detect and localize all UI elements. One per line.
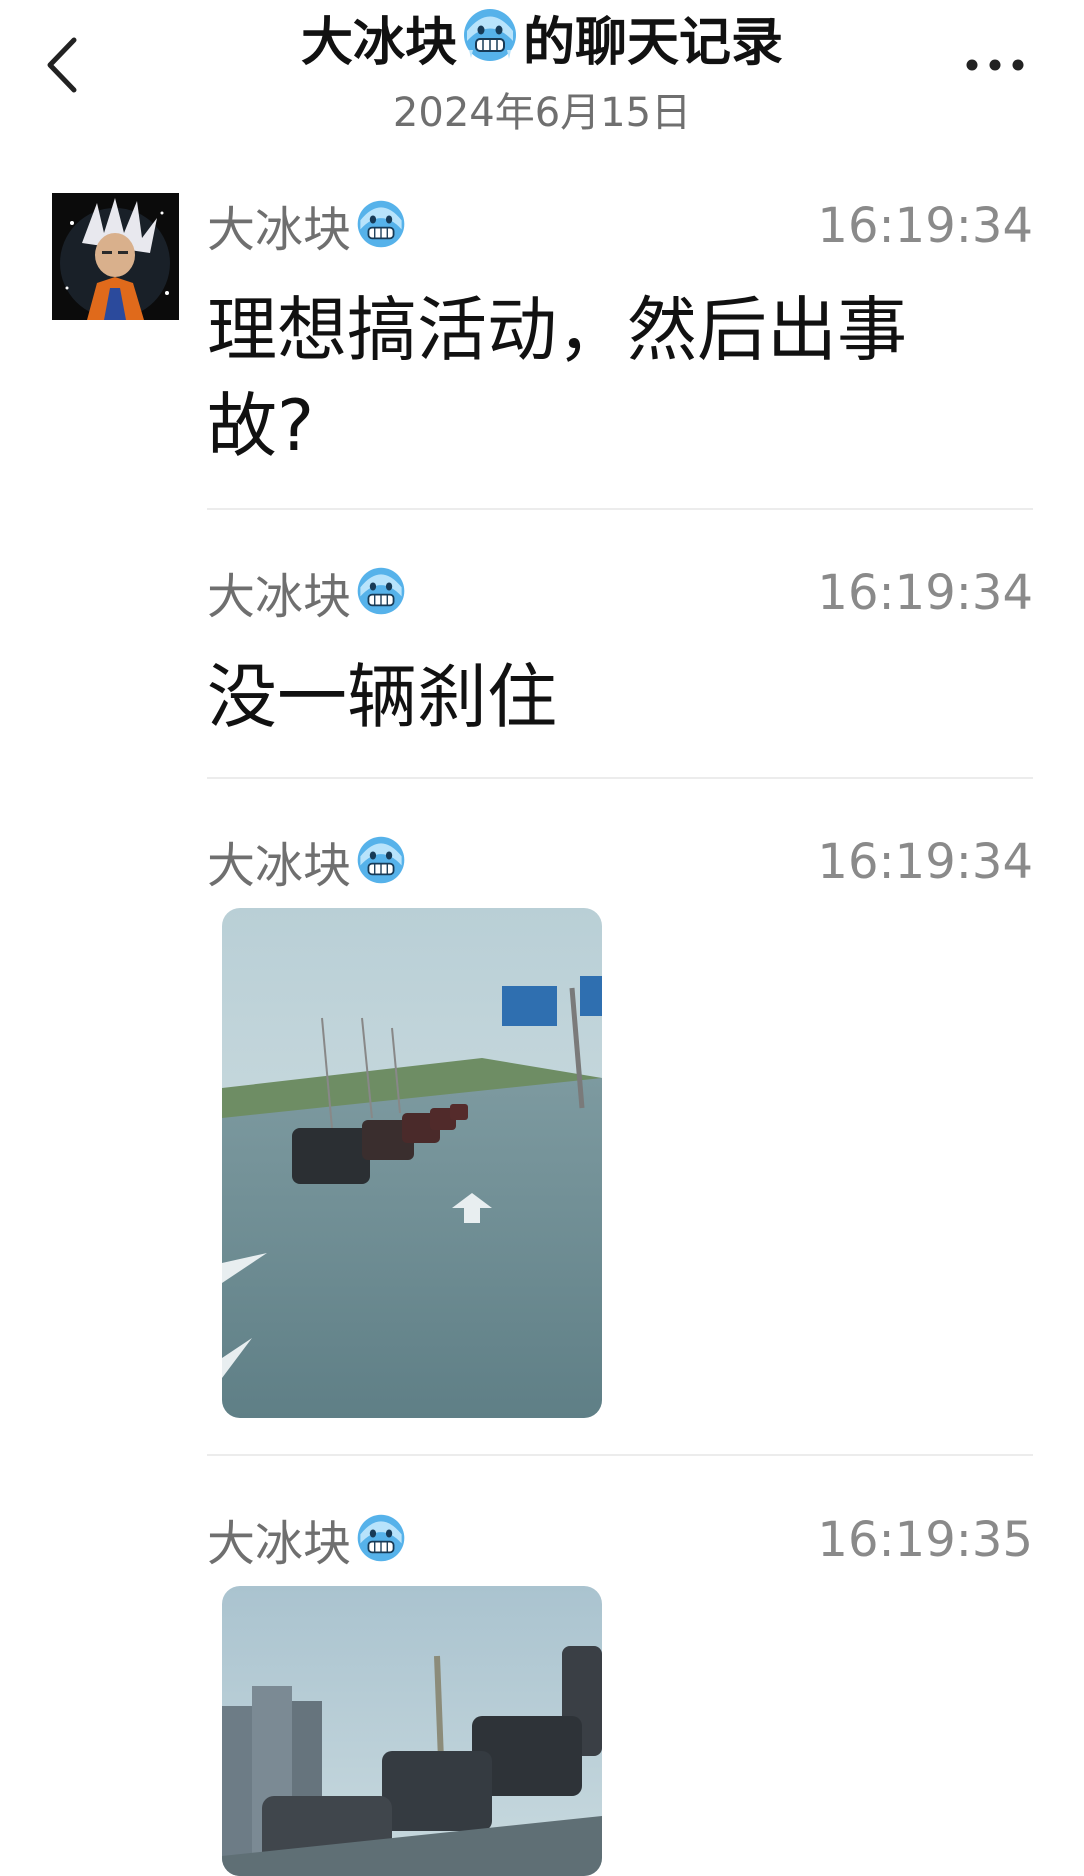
message-time: 16:19:34 — [817, 565, 1033, 621]
divider — [207, 777, 1033, 779]
sender-label: 大冰块 — [207, 569, 352, 625]
avatar[interactable] — [52, 193, 179, 320]
title-suffix: 的聊天记录 — [523, 12, 784, 73]
sender-label: 大冰块 — [207, 202, 352, 258]
freezing-face-emoji-icon — [355, 565, 407, 629]
image-thumbnail[interactable] — [222, 1586, 602, 1876]
message-time: 16:19:34 — [817, 834, 1033, 890]
chat-date: 2024年6月15日 — [392, 90, 692, 136]
chat-history-header: 大冰块 的聊天记录 2024年6月15日 — [0, 0, 1084, 150]
message-item: 大冰块 16:19:34 理想搞活动，然后出事故? — [207, 198, 1033, 510]
more-dots-icon — [966, 59, 1024, 71]
message-text[interactable]: 没一辆刹住 — [207, 649, 1007, 745]
message-item: 大冰块 16:19:34 没一辆刹住 — [207, 565, 1033, 779]
message-item: 大冰块 16:19:35 — [207, 1512, 1033, 1876]
sender-label: 大冰块 — [207, 838, 352, 894]
sender-name: 大冰块 — [207, 1512, 407, 1576]
more-button[interactable] — [960, 45, 1030, 85]
sender-name: 大冰块 — [207, 834, 407, 898]
message-time: 16:19:34 — [817, 198, 1033, 254]
page-title: 大冰块 的聊天记录 — [0, 6, 1084, 79]
divider — [207, 1454, 1033, 1456]
title-contact-name: 大冰块 — [300, 12, 457, 73]
image-thumbnail[interactable] — [222, 908, 602, 1418]
sender-label: 大冰块 — [207, 1516, 352, 1572]
header-title-area: 大冰块 的聊天记录 2024年6月15日 — [0, 6, 1084, 137]
sender-name: 大冰块 — [207, 565, 407, 629]
divider — [207, 508, 1033, 510]
freezing-face-emoji-icon — [355, 834, 407, 898]
freezing-face-emoji-icon — [461, 6, 519, 79]
freezing-face-emoji-icon — [355, 1512, 407, 1576]
sender-name: 大冰块 — [207, 198, 407, 262]
freezing-face-emoji-icon — [355, 198, 407, 262]
message-text[interactable]: 理想搞活动，然后出事故? — [207, 282, 1007, 474]
message-time: 16:19:35 — [817, 1512, 1033, 1568]
message-item: 大冰块 16:19:34 — [207, 834, 1033, 1456]
